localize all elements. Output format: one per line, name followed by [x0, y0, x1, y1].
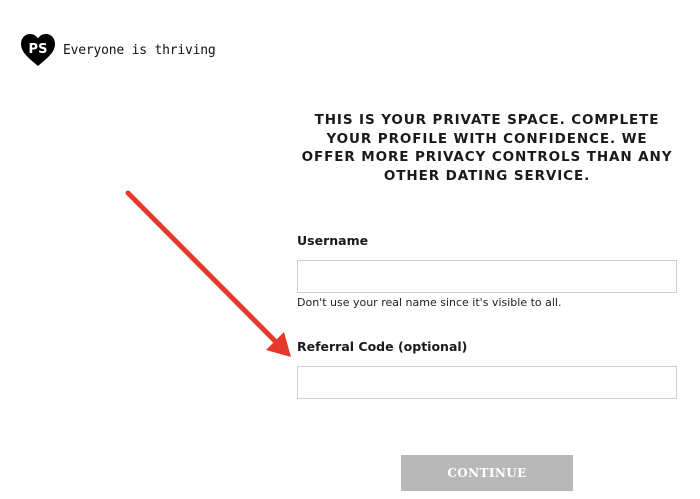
- brand-logo[interactable]: PS Everyone is thriving: [21, 34, 216, 67]
- annotation-arrow: [125, 190, 291, 357]
- logo-text: PS: [29, 42, 48, 57]
- referral-code-label: Referral Code (optional): [297, 339, 468, 354]
- username-hint: Don't use your real name since it's visi…: [297, 296, 562, 309]
- page-headline: THIS IS YOUR PRIVATE SPACE. COMPLETE YOU…: [301, 112, 673, 184]
- username-label: Username: [297, 233, 369, 248]
- continue-button[interactable]: CONTINUE: [401, 455, 573, 491]
- heart-icon: PS: [21, 34, 55, 66]
- referral-code-input[interactable]: [297, 366, 677, 399]
- brand-tagline: Everyone is thriving: [63, 43, 216, 58]
- username-input[interactable]: [297, 260, 677, 293]
